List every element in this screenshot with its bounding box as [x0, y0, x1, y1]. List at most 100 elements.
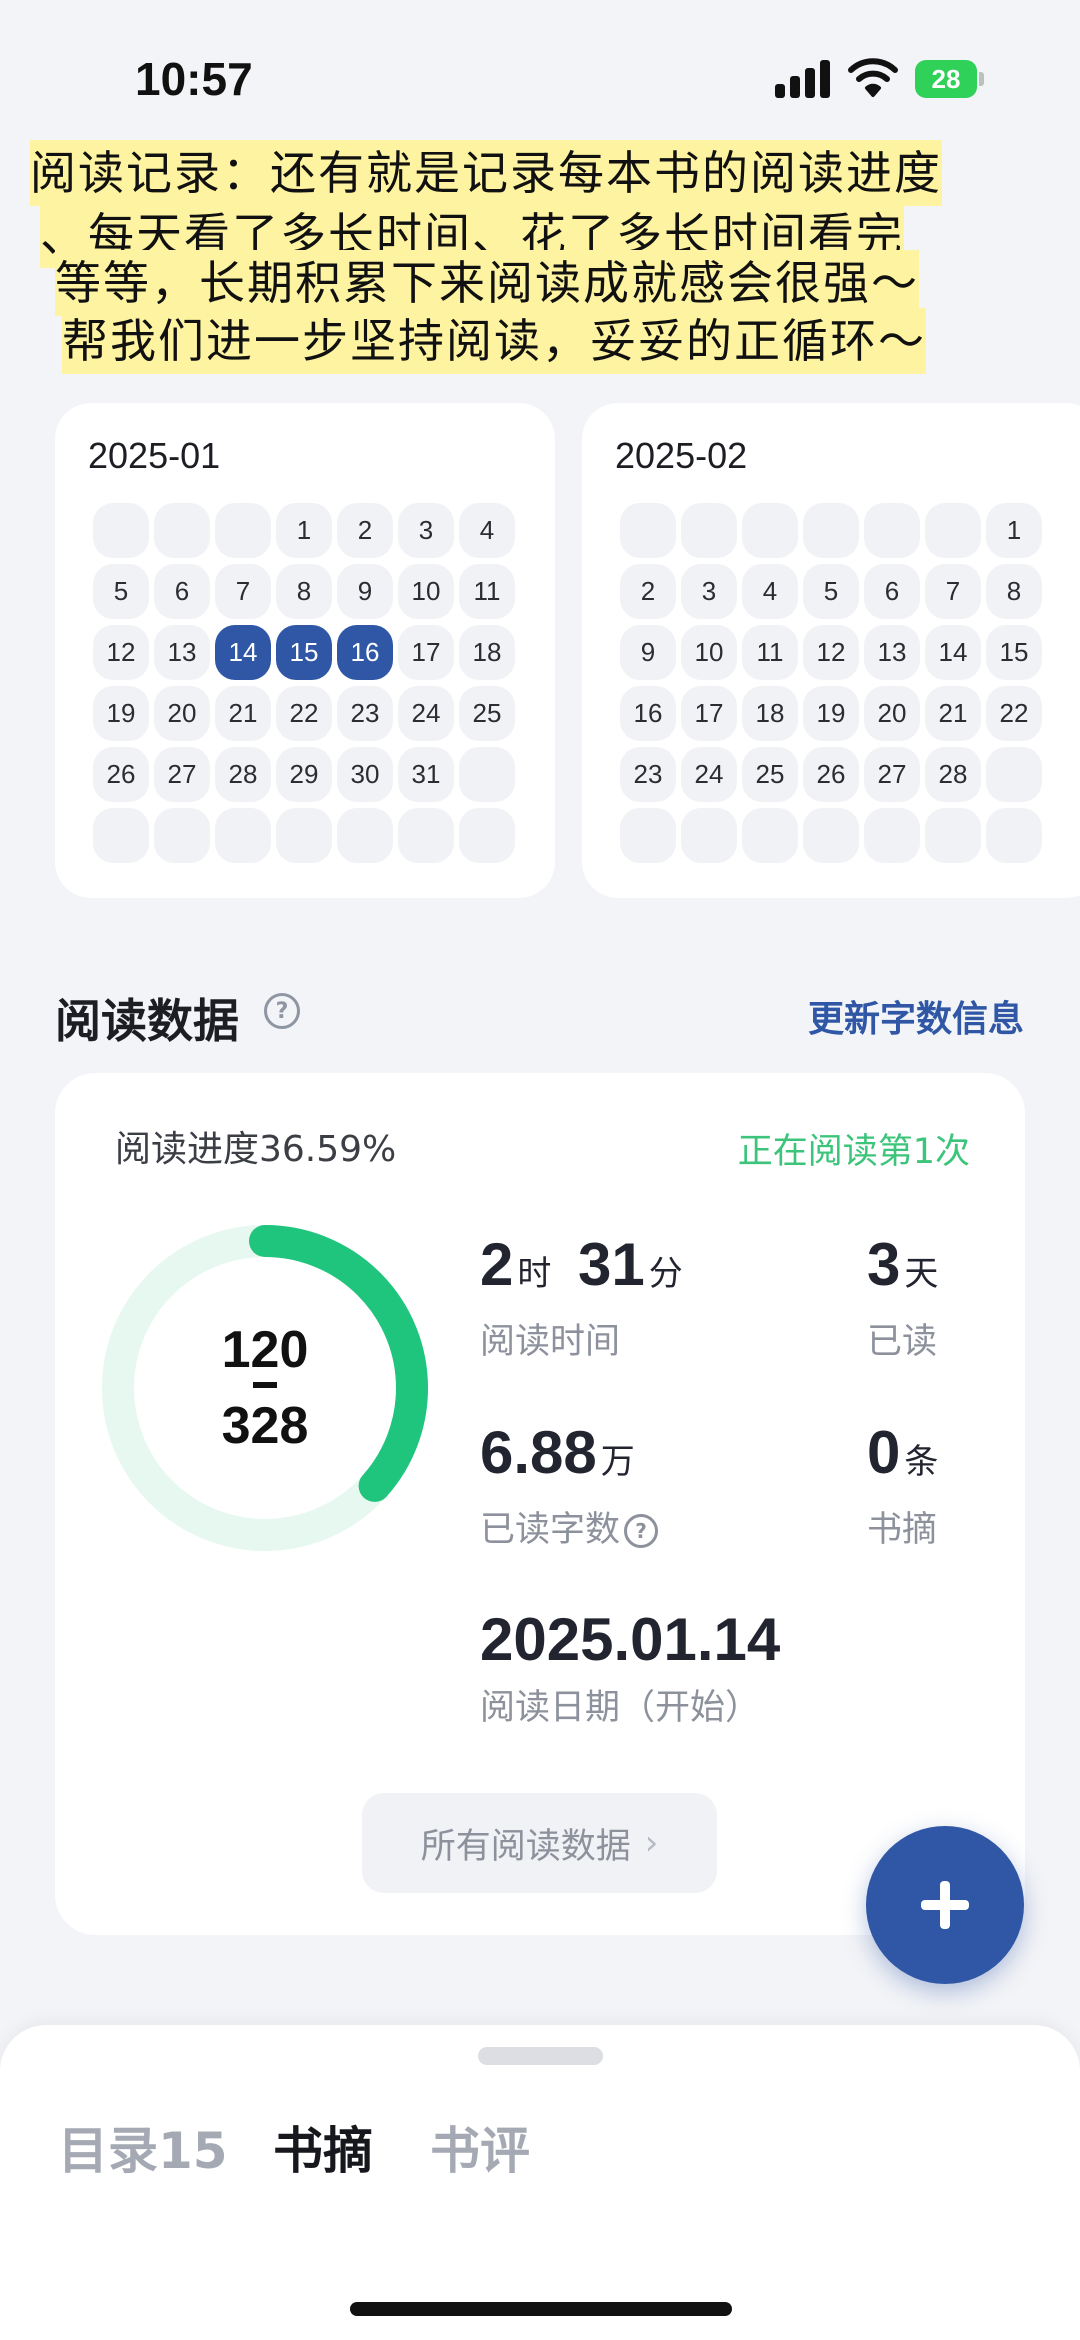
calendar-empty-cell [925, 808, 981, 863]
calendar-day[interactable]: 13 [154, 625, 210, 680]
calendar-day[interactable]: 17 [398, 625, 454, 680]
calendar-day[interactable]: 26 [803, 747, 859, 802]
calendar-day[interactable]: 21 [215, 686, 271, 741]
calendar-day[interactable]: 15 [276, 625, 332, 680]
hours-unit: 时 [517, 1255, 552, 1293]
wifi-icon [848, 58, 898, 97]
calendar-day[interactable]: 3 [398, 503, 454, 558]
calendar-day[interactable]: 7 [215, 564, 271, 619]
words-unit: 万 [600, 1443, 635, 1481]
calendar-day[interactable]: 12 [93, 625, 149, 680]
calendar-day[interactable]: 27 [864, 747, 920, 802]
notes-label: 书摘 [867, 1510, 938, 1550]
calendar-day[interactable]: 27 [154, 747, 210, 802]
calendar-day[interactable]: 19 [93, 686, 149, 741]
calendar-day[interactable]: 7 [925, 564, 981, 619]
calendar-day[interactable]: 28 [215, 747, 271, 802]
calendar-day[interactable]: 18 [459, 625, 515, 680]
calendar-empty-cell [864, 503, 920, 558]
calendar-day[interactable]: 14 [925, 625, 981, 680]
annotation-line: 帮我们进一步坚持阅读，妥妥的正循环～ [62, 308, 926, 374]
calendar-empty-cell [620, 808, 676, 863]
calendar-day[interactable]: 21 [925, 686, 981, 741]
calendar-day[interactable]: 17 [681, 686, 737, 741]
calendar-empty-cell [925, 503, 981, 558]
home-indicator[interactable] [350, 2302, 732, 2316]
pages-total: 328 [221, 1397, 309, 1455]
calendar-day[interactable]: 10 [398, 564, 454, 619]
calendar-empty-cell [681, 503, 737, 558]
calendar-day[interactable]: 22 [986, 686, 1042, 741]
calendar-day[interactable]: 2 [620, 564, 676, 619]
calendar-day[interactable]: 25 [459, 686, 515, 741]
calendar-day[interactable]: 1 [276, 503, 332, 558]
calendar-day[interactable]: 28 [925, 747, 981, 802]
help-icon[interactable]: ? [264, 993, 300, 1029]
calendar-empty-cell [864, 808, 920, 863]
progress-label: 阅读进度36.59% [115, 1129, 397, 1170]
tab-contents[interactable]: 目录15 [58, 2111, 228, 2183]
calendar-day[interactable]: 24 [398, 686, 454, 741]
calendar-day[interactable]: 29 [276, 747, 332, 802]
calendar-day[interactable]: 26 [93, 747, 149, 802]
calendar-title: 2025-01 [88, 435, 221, 476]
calendar-day[interactable]: 8 [276, 564, 332, 619]
calendar-day[interactable]: 25 [742, 747, 798, 802]
start-date-value: 2025.01.14 [480, 1606, 781, 1673]
calendar-empty-cell [986, 747, 1042, 802]
update-word-count-link[interactable]: 更新字数信息 [808, 990, 1024, 1042]
calendar-day[interactable]: 8 [986, 564, 1042, 619]
calendar-day[interactable]: 3 [681, 564, 737, 619]
calendar-day[interactable]: 16 [337, 625, 393, 680]
calendar-day[interactable]: 10 [681, 625, 737, 680]
tab-highlights[interactable]: 书摘 [273, 2111, 373, 2183]
reading-time-stat: 2时 31 分 阅读时间 [480, 1230, 683, 1364]
calendar-day[interactable]: 1 [986, 503, 1042, 558]
all-reading-data-button[interactable]: 所有阅读数据 › [362, 1793, 717, 1893]
calendar-day[interactable]: 20 [154, 686, 210, 741]
calendar-day[interactable]: 24 [681, 747, 737, 802]
calendar-day[interactable]: 6 [864, 564, 920, 619]
status-bar: 10:57 28 [0, 0, 1080, 150]
calendar-day[interactable]: 13 [864, 625, 920, 680]
tab-reviews[interactable]: 书评 [430, 2111, 530, 2183]
add-button[interactable] [866, 1826, 1024, 1984]
calendar-title: 2025-02 [615, 435, 748, 476]
calendar-day[interactable]: 4 [459, 503, 515, 558]
calendar-day[interactable]: 11 [742, 625, 798, 680]
calendar-empty-cell [803, 503, 859, 558]
calendar-day[interactable]: 6 [154, 564, 210, 619]
calendar-day[interactable]: 23 [337, 686, 393, 741]
calendar-day[interactable]: 22 [276, 686, 332, 741]
calendar-day[interactable]: 9 [620, 625, 676, 680]
calendar-day[interactable]: 18 [742, 686, 798, 741]
calendar-day[interactable]: 12 [803, 625, 859, 680]
notes-stat: 0条 书摘 [867, 1418, 938, 1552]
pages-separator [253, 1382, 277, 1388]
notes-value: 0 [867, 1419, 901, 1486]
calendar-day[interactable]: 16 [620, 686, 676, 741]
calendar-day[interactable]: 20 [864, 686, 920, 741]
calendar-day[interactable]: 30 [337, 747, 393, 802]
chevron-right-icon: › [644, 1823, 659, 1863]
calendar-day[interactable]: 23 [620, 747, 676, 802]
days-read-stat: 3天 已读 [867, 1230, 938, 1364]
calendar-day[interactable]: 5 [93, 564, 149, 619]
reading-time-label: 阅读时间 [480, 1322, 621, 1362]
calendar-day[interactable]: 19 [803, 686, 859, 741]
calendar-day[interactable]: 5 [803, 564, 859, 619]
calendar-empty-cell [803, 808, 859, 863]
bottom-sheet: 目录15 书摘 书评 [0, 2025, 1080, 2340]
help-icon[interactable]: ? [624, 1514, 659, 1548]
calendar-january: 2025-01 1 2 3 4 5 6 7 8 9 10 11 12 13 14 15 16 17 18 19 20 2… [55, 403, 555, 898]
calendar-day[interactable]: 9 [337, 564, 393, 619]
calendar-day[interactable]: 14 [215, 625, 271, 680]
calendar-day[interactable]: 2 [337, 503, 393, 558]
calendar-day[interactable]: 15 [986, 625, 1042, 680]
sheet-grabber[interactable] [478, 2047, 603, 2065]
calendar-day[interactable]: 4 [742, 564, 798, 619]
pages-read: 120 [221, 1321, 309, 1379]
start-date-label: 阅读日期（开始） [480, 1688, 761, 1728]
calendar-day[interactable]: 11 [459, 564, 515, 619]
calendar-day[interactable]: 31 [398, 747, 454, 802]
